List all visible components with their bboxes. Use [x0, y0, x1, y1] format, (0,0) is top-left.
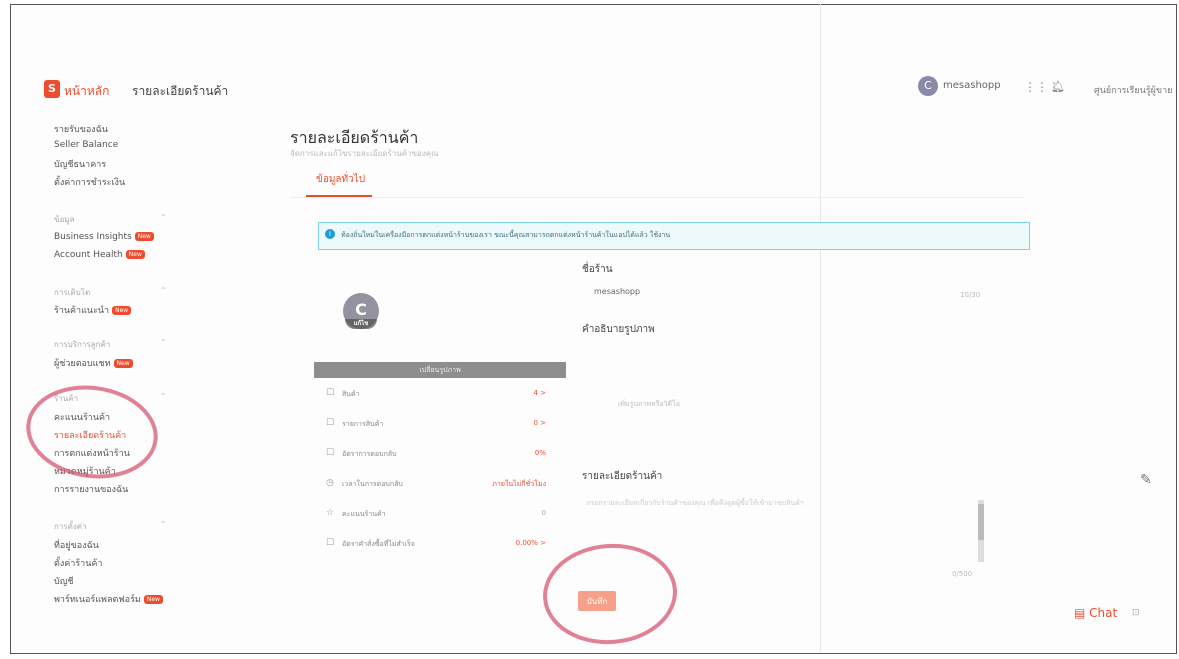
sidebar-section-service[interactable]: การบริการลูกค้า — [54, 338, 110, 351]
shop-desc-label: รายละเอียดร้านค้า — [582, 471, 663, 482]
chevron-up-icon[interactable]: ⌃ — [160, 520, 167, 529]
avatar[interactable]: C — [918, 76, 938, 96]
chat-icon: ☐ — [326, 448, 335, 458]
sidebar-section-growth[interactable]: การเติบโต — [54, 286, 90, 299]
new-badge: New — [134, 232, 154, 241]
tab-active-indicator — [306, 195, 372, 197]
shop-name-label: ชื่อร้าน — [582, 264, 613, 275]
sidebar-item-account[interactable]: บัญชี — [54, 574, 74, 588]
star-icon: ☆ — [326, 508, 335, 518]
tabs-divider — [290, 197, 1025, 198]
product-icon: ☐ — [326, 388, 335, 398]
sidebar-item-chat-assistant[interactable]: ผู้ช่วยตอบแชท New — [54, 356, 133, 370]
breadcrumb: รายละเอียดร้านค้า — [132, 84, 229, 98]
new-badge: New — [125, 250, 145, 259]
upload-hint[interactable]: เพิ่มรูปภาพหรือวิดีโอ — [618, 399, 680, 410]
new-badge: New — [143, 595, 163, 604]
chevron-up-icon[interactable]: ⌃ — [160, 338, 167, 347]
chevron-up-icon[interactable]: ⌃ — [160, 392, 167, 401]
sidebar-item-recommended[interactable]: ร้านค้าแนะนำ New — [54, 303, 132, 317]
chevron-up-icon[interactable]: ⌃ — [160, 213, 167, 222]
new-badge: New — [112, 306, 132, 315]
sidebar-item-balance[interactable]: Seller Balance — [54, 140, 118, 150]
sidebar-item-health[interactable]: Account Health New — [54, 250, 145, 260]
chat-button[interactable]: ▤ Chat — [1074, 606, 1117, 620]
username[interactable]: mesashopp — [943, 80, 1001, 91]
bell-icon[interactable]: 🔔︎ — [1051, 80, 1065, 93]
edit-icon[interactable]: ✎ — [1140, 472, 1152, 488]
textarea-scrollbar[interactable] — [978, 500, 984, 562]
change-cover-button[interactable]: เปลี่ยนรูปภาพ — [314, 362, 566, 378]
sidebar-item-address[interactable]: ที่อยู่ของฉัน — [54, 538, 99, 552]
home-link[interactable]: หน้าหลัก — [64, 82, 109, 101]
clock-icon: ◷ — [326, 478, 334, 488]
shop-desc-placeholder: กรอกรายละเอียดเกี่ยวกับร้านค้าของคุณ เพื… — [586, 499, 804, 507]
collapse-icon[interactable]: ⊡ — [1132, 608, 1140, 618]
chevron-up-icon[interactable]: ⌃ — [160, 286, 167, 295]
new-badge: New — [113, 359, 133, 368]
sidebar-section-data[interactable]: ข้อมูล — [54, 213, 74, 226]
sidebar-item-insights[interactable]: Business Insights New — [54, 232, 154, 242]
shop-name-counter: 10/30 — [960, 291, 981, 299]
sidebar-item-income[interactable]: รายรับของฉัน — [54, 122, 108, 136]
sidebar-item-shop-settings[interactable]: ตั้งค่าร้านค้า — [54, 556, 102, 570]
help-center-link[interactable]: ศูนย์การเรียนรู้ผู้ขาย — [1094, 83, 1172, 97]
sidebar-item-partner[interactable]: พาร์ทเนอร์แพลตฟอร์ม New — [54, 592, 163, 606]
avatar-edit-label[interactable]: แก้ไข — [345, 319, 377, 329]
shop-name-input[interactable]: mesashopp — [594, 287, 640, 296]
top-bar: S หน้าหลัก รายละเอียดร้านค้า C mesashopp… — [44, 76, 1172, 106]
desc-counter: 0/500 — [952, 570, 973, 578]
tab-general-info[interactable]: ข้อมูลทั่วไป — [316, 172, 365, 187]
notice-text[interactable]: ท้องถิ่นใหม่ในเครื่องมือการตกแต่งหน้าร้า… — [341, 230, 670, 241]
info-icon: i — [325, 229, 335, 239]
shop-avatar[interactable]: C แก้ไข — [343, 293, 379, 329]
info-notice: i ท้องถิ่นใหม่ในเครื่องมือการตกแต่งหน้าร… — [318, 222, 1030, 250]
image-desc-label: คำอธิบายรูปภาพ — [582, 324, 655, 335]
sidebar-item-reports[interactable]: การรายงานของฉัน — [54, 482, 128, 496]
order-icon: ☐ — [326, 538, 335, 548]
sidebar-item-payment[interactable]: ตั้งค่าการชำระเงิน — [54, 175, 125, 189]
sidebar-item-bank[interactable]: บัญชีธนาคาร — [54, 157, 106, 171]
list-icon: ☐ — [326, 418, 335, 428]
shopee-logo-icon[interactable]: S — [44, 80, 60, 98]
sidebar-section-settings[interactable]: การตั้งค่า — [54, 520, 87, 533]
page-subtitle: จัดการและแก้ไขรายละเอียดร้านค้าของคุณ — [290, 149, 439, 158]
